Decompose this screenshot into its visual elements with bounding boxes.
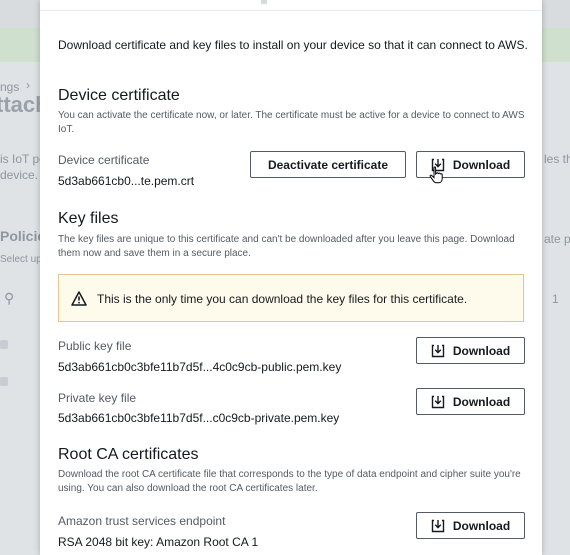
download-icon: [431, 519, 445, 532]
download-certificates-modal: Download certificate and key files to in…: [40, 0, 542, 555]
root-ca-filename: RSA 2048 bit key: Amazon Root CA 1: [58, 535, 259, 549]
background-text-1: is IoT po: [0, 152, 46, 166]
root-ca-heading: Root CA certificates: [58, 446, 199, 463]
background-checkbox-2: [0, 377, 8, 386]
key-files-warning-alert: This is the only time you can download t…: [58, 274, 524, 322]
private-key-label: Private key file: [58, 391, 137, 405]
device-certificate-filename: 5d3ab661cb0...te.pem.crt: [58, 174, 195, 188]
background-breadcrumb-chevron: ›: [26, 78, 30, 92]
device-certificate-heading: Device certificate: [58, 87, 180, 104]
deactivate-certificate-label: Deactivate certificate: [267, 157, 389, 172]
background-right-button: ate po: [544, 232, 570, 246]
background-policies-heading: Policie: [0, 228, 46, 244]
background-checkbox-1: [0, 340, 8, 349]
hand-pointer-icon: [429, 166, 443, 184]
modal-header-edge: [40, 0, 542, 11]
private-key-download-button[interactable]: Download: [416, 388, 525, 415]
public-key-filename: 5d3ab661cb0c3bfe11b7d5f...4c0c9cb-public…: [58, 360, 342, 374]
key-files-description: The key files are unique to this certifi…: [58, 234, 515, 259]
background-select-text: Select up: [0, 254, 42, 265]
root-ca-description: Download the root CA certificate file th…: [58, 469, 521, 494]
key-files-warning-text: This is the only time you can download t…: [97, 292, 468, 306]
download-label: Download: [452, 394, 511, 409]
download-icon: [431, 344, 445, 357]
modal-intro-text: Download certificate and key files to in…: [58, 38, 528, 52]
background-page-number: 1: [552, 292, 559, 306]
key-files-heading: Key files: [58, 210, 119, 227]
device-certificate-label: Device certificate: [58, 153, 150, 167]
public-key-download-button[interactable]: Download: [416, 337, 525, 364]
private-key-filename: 5d3ab661cb0c3bfe11b7d5f...c0c9cb-private…: [58, 411, 340, 425]
download-label: Download: [452, 343, 511, 358]
download-label: Download: [452, 518, 511, 533]
public-key-label: Public key file: [58, 339, 132, 353]
download-icon: [431, 395, 445, 408]
root-ca-download-button[interactable]: Download: [416, 512, 525, 539]
background-text-2: device.: [0, 168, 39, 182]
background-search-icon: ⚲: [4, 290, 15, 306]
device-certificate-description: You can activate the certificate now, or…: [58, 110, 525, 135]
warning-icon: [71, 291, 87, 306]
deactivate-certificate-button[interactable]: Deactivate certificate: [250, 151, 406, 178]
background-text-right: les the: [544, 152, 570, 166]
root-ca-endpoint-label: Amazon trust services endpoint: [58, 514, 226, 528]
download-label: Download: [452, 157, 511, 172]
